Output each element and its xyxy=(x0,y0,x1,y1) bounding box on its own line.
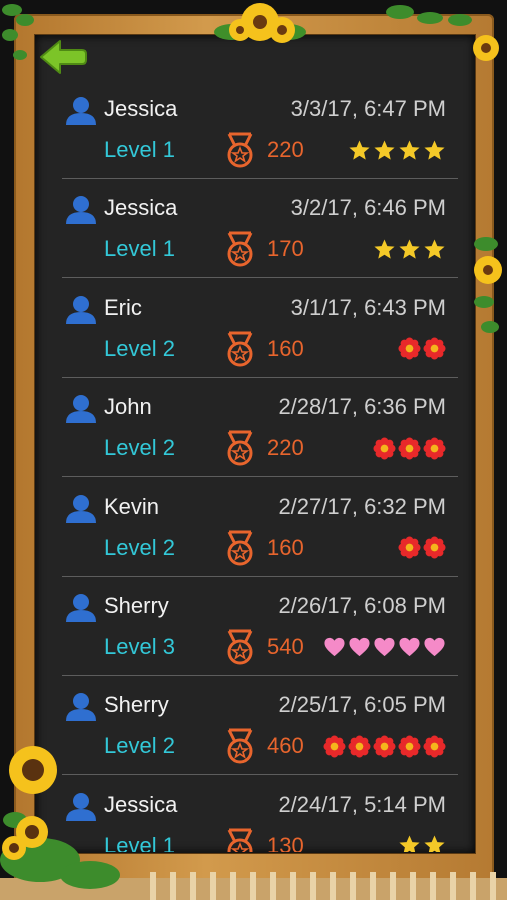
heart-icon xyxy=(373,636,396,659)
player-name: Jessica xyxy=(104,791,178,817)
score-value: 540 xyxy=(267,634,304,659)
player-name: Jessica xyxy=(104,96,178,121)
flower-icon xyxy=(423,536,446,559)
flower-icon xyxy=(398,437,421,460)
level-label: Level 1 xyxy=(104,832,175,852)
user-icon xyxy=(64,493,98,523)
star-icon xyxy=(398,834,421,852)
flower-icon xyxy=(398,337,421,360)
player-name: John xyxy=(104,394,152,420)
record-date: 2/25/17, 6:05 PM xyxy=(278,692,446,718)
score-record-row[interactable]: Eric 3/1/17, 6:43 PM Level 2 160 xyxy=(62,279,458,378)
rating-display xyxy=(398,832,446,852)
score-value: 160 xyxy=(267,534,304,560)
player-name: Eric xyxy=(104,294,142,320)
flower-icon xyxy=(348,735,371,758)
record-date: 2/26/17, 6:08 PM xyxy=(278,593,446,618)
rating-display xyxy=(373,235,446,263)
level-label: Level 2 xyxy=(104,335,175,361)
flower-icon xyxy=(423,735,446,758)
level-label: Level 1 xyxy=(104,137,175,162)
heart-icon xyxy=(323,636,346,659)
heart-icon xyxy=(348,636,371,659)
medal-icon xyxy=(226,530,254,566)
score-value: 170 xyxy=(267,236,304,262)
score-record-row[interactable]: Jessica 3/3/17, 6:47 PM Level 1 220 xyxy=(62,80,458,179)
score-value: 460 xyxy=(267,733,304,759)
user-icon xyxy=(64,691,98,722)
star-icon xyxy=(398,238,421,261)
rating-display xyxy=(348,136,446,164)
rating-display xyxy=(398,534,446,562)
score-value: 130 xyxy=(267,832,304,852)
flower-icon xyxy=(423,337,446,360)
level-label: Level 2 xyxy=(104,534,175,560)
medal-icon xyxy=(226,132,254,168)
medal-icon xyxy=(226,331,254,367)
score-record-row[interactable]: Kevin 2/27/17, 6:32 PM Level 2 160 xyxy=(62,478,458,577)
star-icon xyxy=(373,238,396,261)
star-icon xyxy=(423,238,446,261)
user-icon xyxy=(64,393,98,424)
star-icon xyxy=(423,139,446,162)
medal-icon xyxy=(226,629,254,665)
level-label: Level 2 xyxy=(104,435,175,461)
flower-icon xyxy=(398,735,421,758)
player-name: Jessica xyxy=(104,195,178,221)
record-date: 3/3/17, 6:47 PM xyxy=(290,96,446,121)
flower-icon xyxy=(323,735,346,758)
star-icon xyxy=(373,139,396,162)
user-icon xyxy=(64,194,98,225)
user-icon xyxy=(64,592,98,622)
score-record-row[interactable]: Sherry 2/26/17, 6:08 PM Level 3 540 xyxy=(62,577,458,676)
level-label: Level 3 xyxy=(104,634,175,659)
score-record-row[interactable]: Sherry 2/25/17, 6:05 PM Level 2 460 xyxy=(62,676,458,776)
rating-display xyxy=(323,732,446,760)
score-value: 160 xyxy=(267,335,304,361)
rating-display xyxy=(323,633,446,661)
flower-icon xyxy=(423,437,446,460)
score-value: 220 xyxy=(267,435,304,461)
record-date: 2/24/17, 5:14 PM xyxy=(278,791,446,817)
medal-icon xyxy=(226,231,254,267)
record-date: 2/27/17, 6:32 PM xyxy=(278,493,446,519)
medal-icon xyxy=(226,728,254,764)
user-icon xyxy=(64,294,98,324)
flower-icon xyxy=(398,536,421,559)
user-icon xyxy=(64,791,98,821)
level-label: Level 1 xyxy=(104,236,175,262)
flower-icon xyxy=(373,735,396,758)
heart-icon xyxy=(423,636,446,659)
score-record-row[interactable]: Jessica 3/2/17, 6:46 PM Level 1 170 xyxy=(62,179,458,279)
score-value: 220 xyxy=(267,137,304,162)
flower-icon xyxy=(373,437,396,460)
player-name: Sherry xyxy=(104,692,169,718)
rating-display xyxy=(373,434,446,462)
medal-icon xyxy=(226,430,254,466)
record-date: 3/1/17, 6:43 PM xyxy=(290,294,446,320)
user-icon xyxy=(64,95,98,125)
player-name: Kevin xyxy=(104,493,160,519)
medal-icon xyxy=(226,828,254,852)
score-history-list[interactable]: Jessica 3/3/17, 6:47 PM Level 1 220 Jess… xyxy=(34,34,474,852)
heart-icon xyxy=(398,636,421,659)
score-record-row[interactable]: Jessica 2/24/17, 5:14 PM Level 1 130 xyxy=(62,776,458,852)
star-icon xyxy=(423,834,446,852)
score-record-row[interactable]: John 2/28/17, 6:36 PM Level 2 220 xyxy=(62,378,458,478)
record-date: 3/2/17, 6:46 PM xyxy=(290,195,446,221)
star-icon xyxy=(398,139,421,162)
player-name: Sherry xyxy=(104,593,169,618)
star-icon xyxy=(348,139,371,162)
rating-display xyxy=(398,335,446,363)
record-date: 2/28/17, 6:36 PM xyxy=(278,394,446,420)
level-label: Level 2 xyxy=(104,733,175,759)
